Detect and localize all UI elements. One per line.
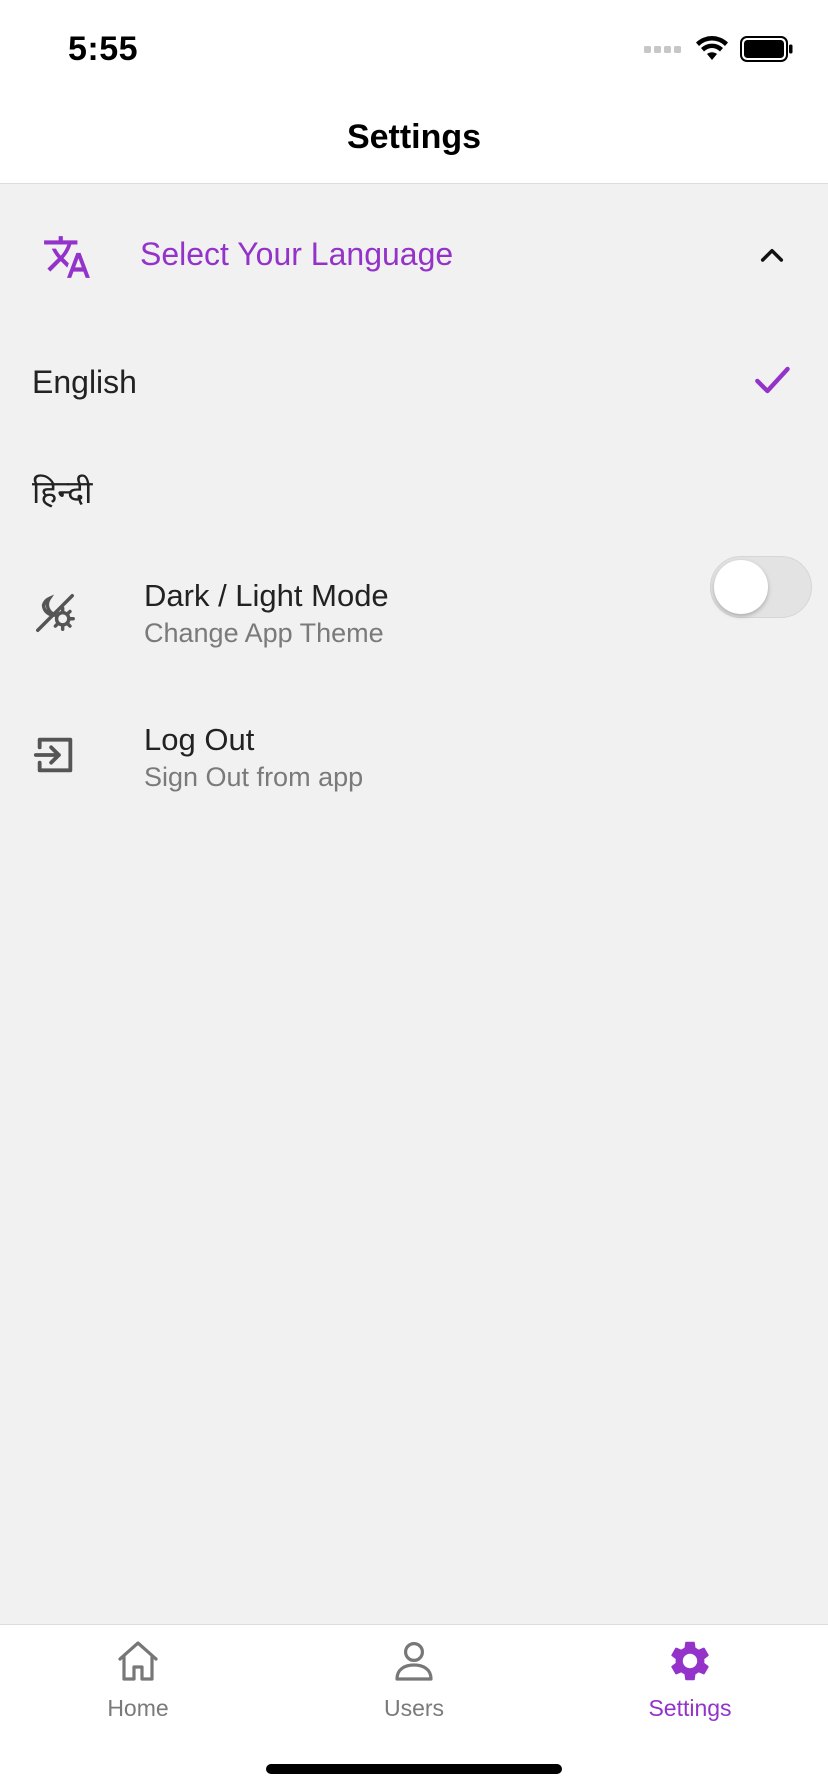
tab-users[interactable]: Users: [276, 1625, 552, 1735]
user-icon: [395, 1642, 433, 1681]
cellular-signal-icon: [644, 46, 681, 53]
theme-setting-subtitle: Change App Theme: [144, 618, 384, 648]
gear-icon: [671, 1641, 709, 1681]
tab-settings-label: Settings: [648, 1695, 732, 1721]
toggle-knob: [714, 560, 768, 614]
theme-setting-row[interactable]: Dark / Light Mode Change App Theme: [0, 560, 828, 680]
chevron-up-icon[interactable]: [756, 240, 788, 272]
wifi-icon: [696, 36, 728, 60]
logout-setting-title: Log Out: [144, 722, 255, 757]
logout-icon: [33, 737, 73, 773]
language-section-title: Select Your Language: [140, 236, 454, 272]
logout-setting-subtitle: Sign Out from app: [144, 762, 364, 792]
home-icon: [118, 1641, 158, 1681]
status-bar: 5:55: [0, 0, 828, 92]
language-section-header[interactable]: Select Your Language: [0, 190, 828, 322]
language-option-label: English: [32, 364, 137, 400]
language-option-hindi[interactable]: हिन्दी: [0, 436, 828, 540]
status-icons: [644, 34, 794, 64]
navigation-header: Settings: [0, 92, 828, 184]
theme-toggle-switch[interactable]: [710, 556, 812, 618]
language-option-label: हिन्दी: [32, 474, 93, 510]
language-option-english[interactable]: English: [0, 330, 828, 434]
translate-icon: [44, 236, 90, 278]
tab-settings[interactable]: Settings: [552, 1625, 828, 1735]
battery-icon: [740, 36, 793, 62]
tab-home-label: Home: [107, 1695, 169, 1721]
home-indicator: [266, 1764, 562, 1774]
theme-mode-icon: [36, 594, 75, 632]
tab-users-label: Users: [383, 1695, 445, 1721]
status-time: 5:55: [68, 30, 139, 68]
tab-home[interactable]: Home: [0, 1625, 276, 1735]
logout-setting-row[interactable]: Log Out Sign Out from app: [0, 704, 828, 824]
page-title: Settings: [346, 118, 482, 156]
checkmark-icon: [755, 366, 790, 394]
theme-setting-title: Dark / Light Mode: [144, 578, 389, 613]
